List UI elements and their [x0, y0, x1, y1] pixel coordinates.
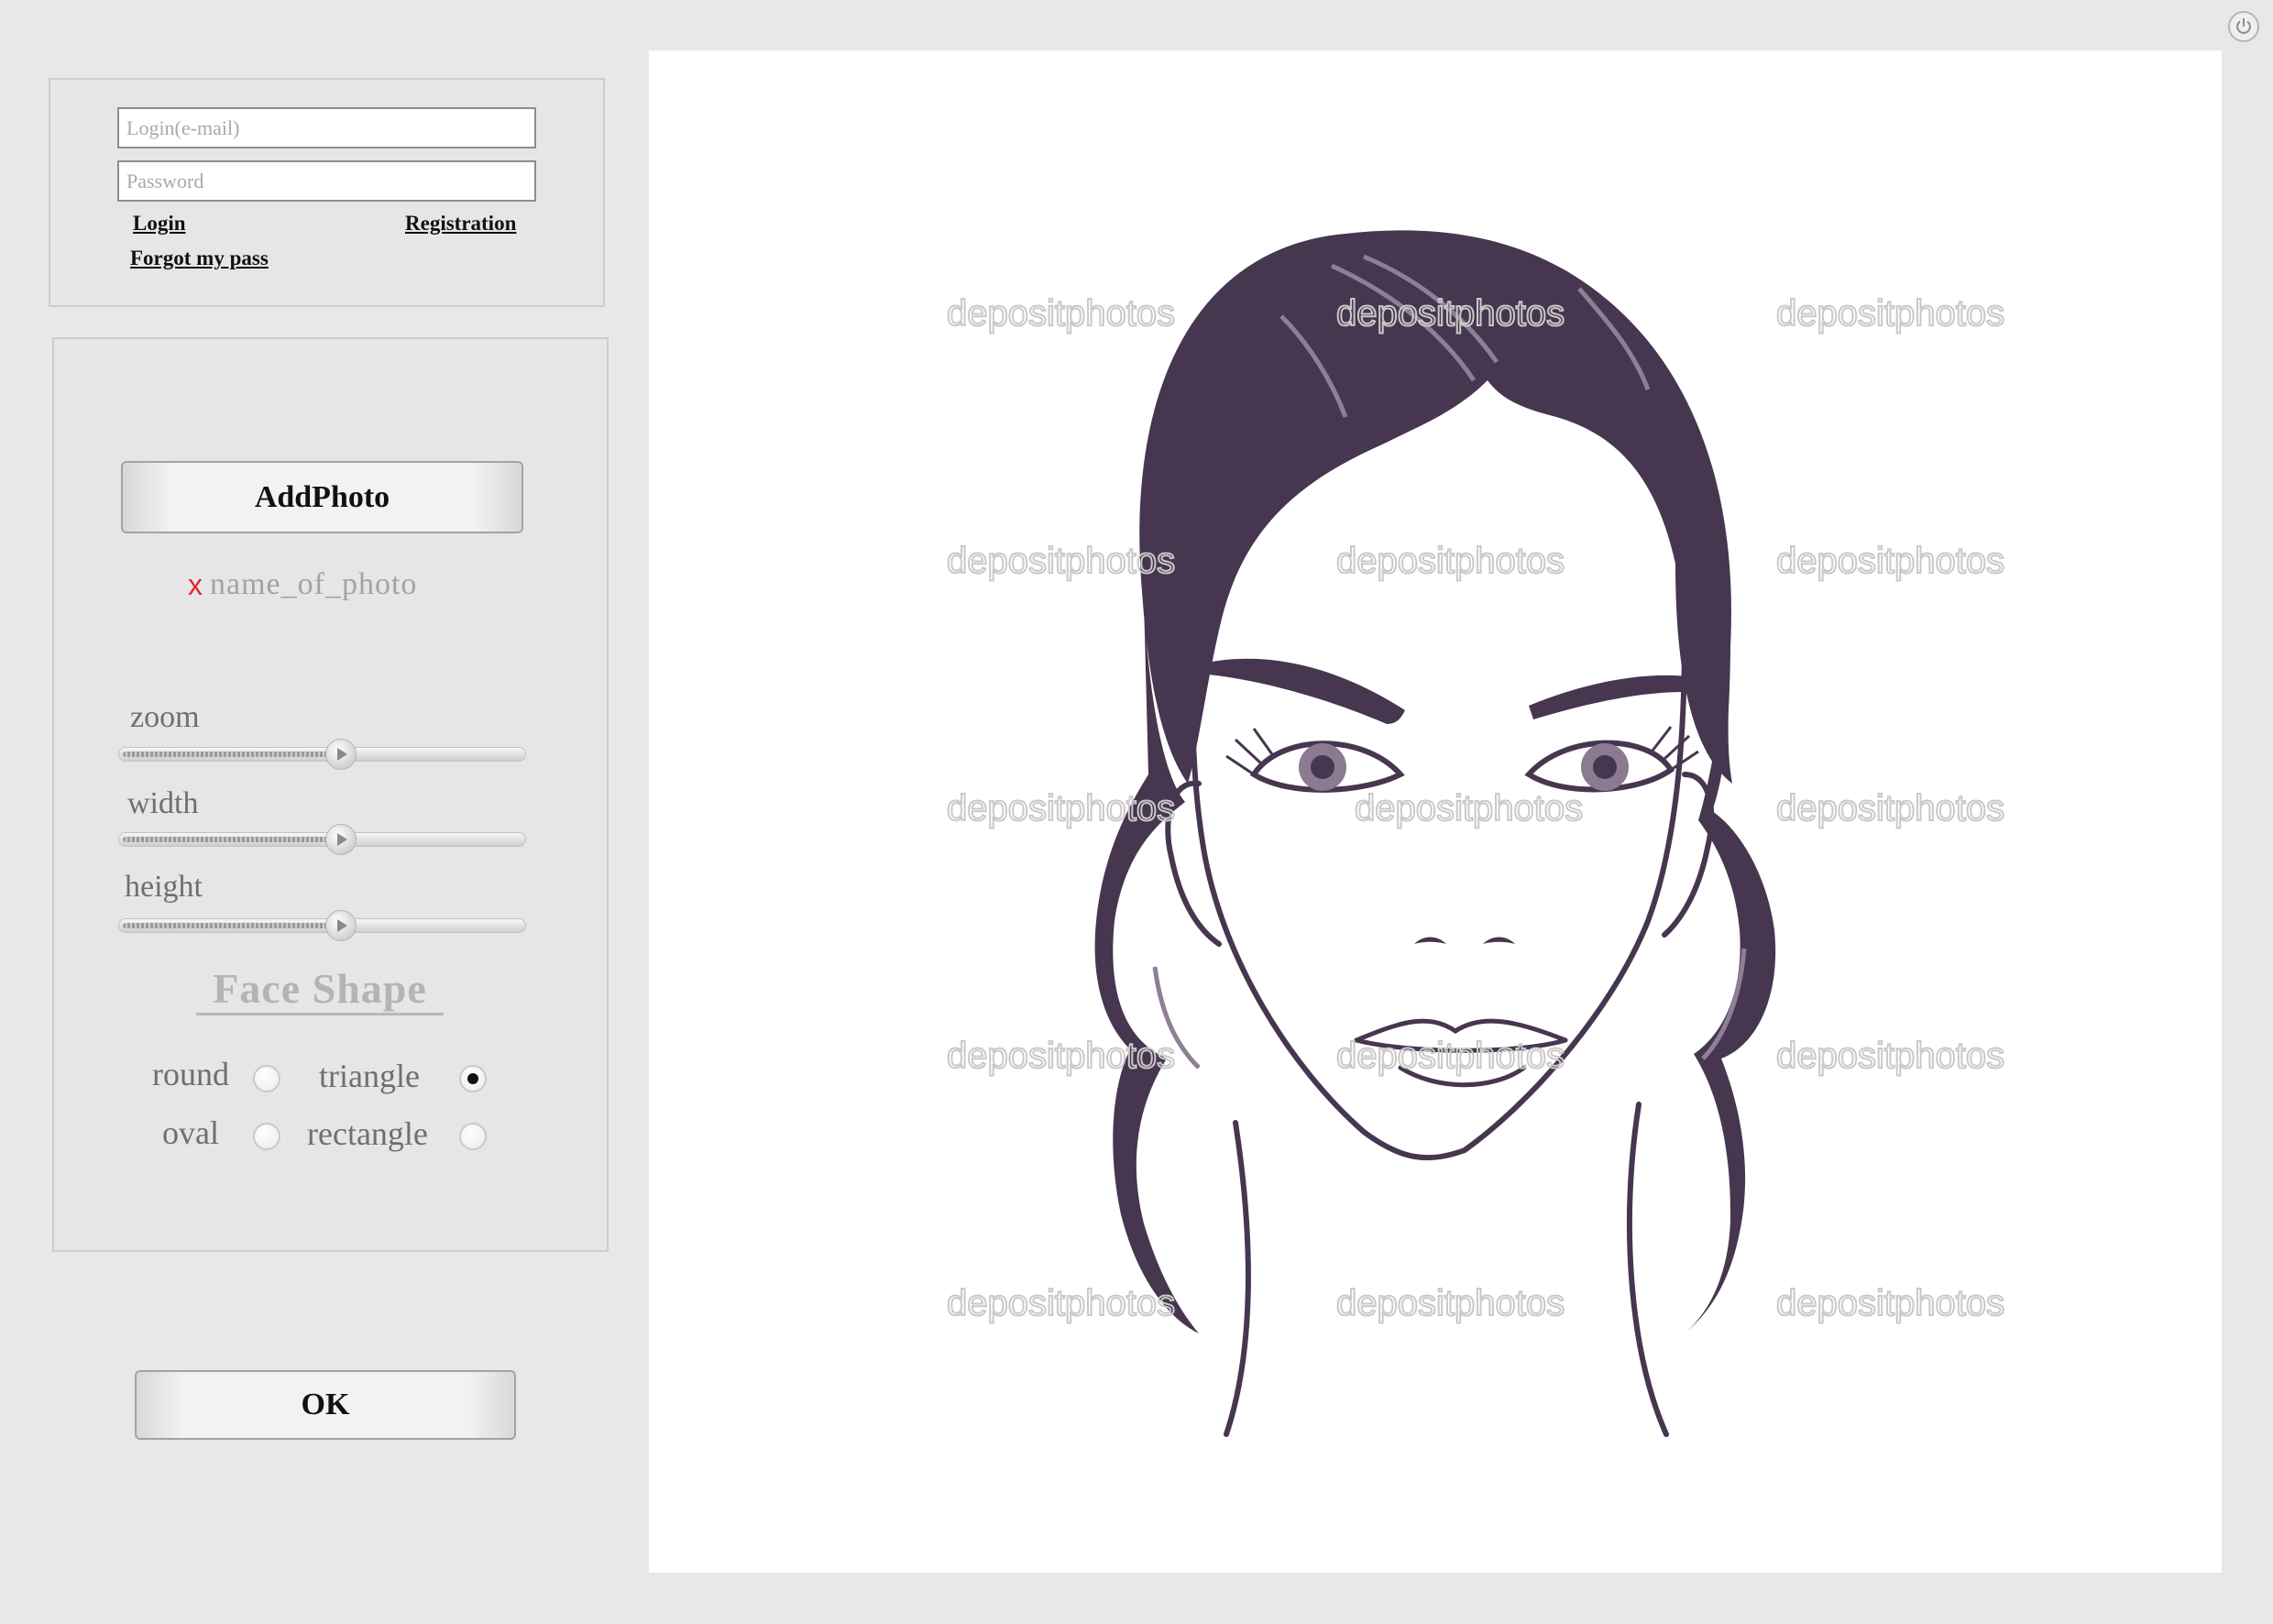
login-panel: Login Registration Forgot my pass — [49, 78, 605, 307]
watermark-text: depositphotos — [947, 541, 1175, 581]
face-shape-title: Face Shape — [196, 965, 444, 1015]
watermark-text: depositphotos — [1336, 1283, 1565, 1323]
width-slider-fill — [123, 837, 343, 842]
eyebrows — [1199, 658, 1703, 724]
radio-triangle[interactable] — [459, 1065, 487, 1092]
width-slider-handle[interactable] — [325, 824, 357, 855]
watermark-text: depositphotos — [1336, 541, 1565, 581]
photo-file-name: name_of_photo — [210, 567, 418, 601]
face-illustration: depositphotos depositphotos depositphoto… — [946, 230, 2005, 1437]
height-slider-fill — [123, 923, 343, 928]
controls-panel: AddPhoto x name_of_photo zoom width heig… — [52, 337, 609, 1252]
radio-round[interactable] — [253, 1065, 280, 1092]
watermark-text: depositphotos — [1355, 788, 1583, 828]
nose — [1414, 937, 1515, 944]
registration-link[interactable]: Registration — [405, 212, 516, 236]
photo-canvas[interactable]: depositphotos depositphotos depositphoto… — [649, 50, 2222, 1573]
photo-file: x name_of_photo — [188, 566, 417, 603]
remove-photo-icon[interactable]: x — [188, 568, 203, 602]
option-triangle-label: triangle — [319, 1058, 420, 1094]
option-oval-label: oval — [162, 1114, 219, 1151]
watermark-text: depositphotos — [1776, 293, 2004, 334]
watermark-text: depositphotos — [947, 293, 1175, 334]
add-photo-button[interactable]: AddPhoto — [121, 461, 523, 533]
height-slider-handle[interactable] — [325, 910, 357, 941]
watermark-text: depositphotos — [1776, 541, 2004, 581]
email-field[interactable] — [117, 107, 536, 148]
power-icon — [2236, 17, 2251, 34]
watermark-text: depositphotos — [947, 1036, 1175, 1076]
radio-triangle-dot — [467, 1073, 478, 1084]
height-label: height — [125, 870, 203, 904]
watermark: depositphotos depositphotos depositphoto… — [946, 292, 2005, 1324]
password-field[interactable] — [117, 160, 536, 202]
watermark-text: depositphotos — [947, 1283, 1175, 1323]
zoom-slider-fill — [123, 752, 343, 757]
watermark-text: depositphotos — [947, 788, 1175, 828]
power-button[interactable] — [2228, 11, 2259, 42]
forgot-password-link[interactable]: Forgot my pass — [130, 247, 269, 270]
watermark-text: depositphotos — [1776, 788, 2004, 828]
ok-button[interactable]: OK — [135, 1370, 516, 1440]
radio-rectangle[interactable] — [459, 1123, 487, 1150]
height-slider[interactable] — [118, 918, 526, 933]
watermark-text: depositphotos — [1776, 1036, 2004, 1076]
watermark-text: depositphotos — [1336, 1036, 1565, 1076]
watermark-text: depositphotos — [1776, 1283, 2004, 1323]
zoom-slider-handle[interactable] — [325, 739, 357, 770]
watermark-text: depositphotos — [1336, 293, 1565, 334]
option-rectangle-label: rectangle — [307, 1115, 428, 1152]
login-link[interactable]: Login — [133, 212, 186, 236]
width-slider[interactable] — [118, 832, 526, 847]
width-label: width — [127, 786, 199, 820]
zoom-label: zoom — [130, 700, 200, 734]
zoom-slider[interactable] — [118, 747, 526, 762]
eyes — [1225, 726, 1699, 793]
option-round-label: round — [152, 1056, 229, 1092]
radio-oval[interactable] — [253, 1123, 280, 1150]
